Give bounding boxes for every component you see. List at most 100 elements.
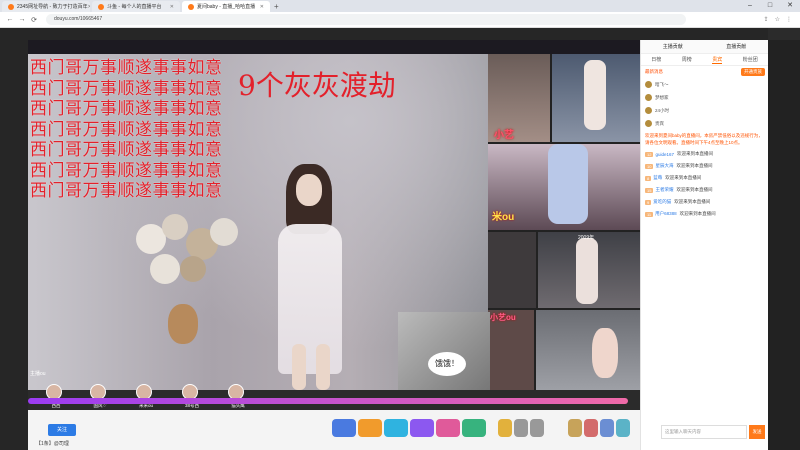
minimize-icon[interactable]: – [740,0,760,12]
guest-avatar[interactable]: 猫头鹰 [218,382,258,410]
gift-icon[interactable] [462,419,486,437]
chat-input[interactable]: 这里输入聊天内容 [661,425,747,439]
tab-fans[interactable]: 粉丝团 [743,56,758,63]
streamer-figure [250,134,370,390]
maximize-icon[interactable]: □ [760,0,780,12]
close-tab-icon[interactable]: ✕ [88,4,90,10]
mini-stream[interactable] [552,54,640,142]
chat-input-row: 这里输入聊天内容 发送 [645,422,765,442]
player-top-bar [28,40,640,54]
close-tab-icon[interactable]: ✕ [170,4,174,10]
guest-avatar[interactable]: 国风♡ [80,382,120,410]
stream-progress-bar [28,398,628,404]
chat-message: 8 蓝莓 欢迎来到本直播间 [645,175,702,181]
mini-stream-label: 2009年 [578,235,595,241]
guest-avatar[interactable]: 西西 [36,382,76,410]
rank-row[interactable]: 24小时 [641,104,768,117]
tab-weekly[interactable]: 周榜 [682,56,692,63]
favicon-icon [188,3,194,10]
gift-icon[interactable] [514,419,528,437]
guest-top-label: 主播ou [30,371,46,377]
mini-stream-label: 小艺 [494,130,514,141]
overlay-line: 西门哥万事顺遂事事如意 [30,78,223,99]
browser-tab-active[interactable]: 夏间baby - 直播_哈哈直播 ✕ [182,1,270,12]
tab-daily[interactable]: 日榜 [651,56,661,63]
mini-stream[interactable]: 小艺 [488,54,550,142]
mini-stream[interactable] [488,232,536,308]
bottom-chat-line: 【1条】@司理 [36,441,69,447]
bullet-comment-overlay: 西门哥万事顺遂事事如意 西门哥万事顺遂事事如意 西门哥万事顺遂事事如意 西门哥万… [30,58,223,202]
mini-stream[interactable]: 米ou [488,144,640,230]
chat-message: 10 星辰大海 欢迎来到本直播间 [645,163,713,169]
guest-bar: 西西 国风♡ 米米ou 38号西 猫头鹰 [28,382,640,410]
gift-icon[interactable] [332,419,356,437]
rank-badge-icon [645,120,652,127]
gift-icon[interactable] [410,419,434,437]
gift-icon[interactable] [498,419,512,437]
overlay-line: 西门哥万事顺遂事事如意 [30,99,223,119]
follow-button[interactable]: 关注 [48,424,76,436]
back-icon[interactable]: ← [4,16,16,23]
guest-avatar[interactable]: 米米ou [126,382,166,410]
rank-row[interactable]: 贵宾 [641,117,768,130]
room-intro: 欢迎来到夏间baby的直播间，本房严禁低俗以及违规行为，请各位文明观看。直播时间… [645,133,763,145]
open-vip-button[interactable]: 开通贵族 [741,68,765,76]
rank-row[interactable]: 暗飞～ [641,78,768,91]
notice-text: 最新消息 [645,69,663,74]
page-background [768,40,800,450]
chat-message: 15 王者荣耀 欢迎来到本直播间 [645,187,713,193]
page-background [28,28,768,40]
share-icon[interactable]: ⇪ [764,16,769,23]
gift-icon[interactable] [616,419,630,437]
cat-speech-bubble: 饿饿！ [428,352,466,376]
reload-icon[interactable]: ⟳ [28,16,40,24]
contribution-tab[interactable]: 主播贡献 [663,43,683,50]
browser-tab-strip: 2345网址导航 - 致力于打造百年 ✕ 斗鱼 - 每个人的直播平台 ✕ 夏间bab… [0,0,800,12]
menu-icon[interactable]: ⋮ [786,16,792,23]
forward-icon[interactable]: → [16,16,28,23]
teddy-bear-decoration [168,304,198,344]
mini-stream[interactable]: 小艺ou [488,310,534,390]
overlay-line: 西门哥万事顺遂事事如意 [30,181,223,201]
rank-badge-icon [645,81,652,88]
rank-badge-icon [645,94,652,101]
gift-icon[interactable] [530,419,544,437]
url-input[interactable]: douyu.com/10665467 [46,14,686,25]
chat-sidebar: 主播贡献 直播贡献 日榜 周榜 贵宾 粉丝团 最新消息 开通贵族 暗飞～ 梦想家… [640,40,768,450]
chat-message: 11 用户68388 欢迎来到本直播间 [645,211,716,217]
tab-title: 夏间baby - 直播_哈哈直播 [197,4,256,10]
new-tab-button[interactable]: + [274,1,279,12]
close-window-icon[interactable]: ✕ [780,0,800,12]
overlay-line: 西门哥万事顺遂事事如意 [30,160,223,181]
mini-stream[interactable] [536,310,640,390]
gift-icon[interactable] [384,419,408,437]
tab-vip[interactable]: 贵宾 [712,56,723,64]
contribution-tab[interactable]: 直播贡献 [726,43,746,50]
send-button[interactable]: 发送 [749,425,765,439]
mini-stream-label: 小艺ou [490,313,516,322]
address-bar: ← → ⟳ douyu.com/10665467 ⇪ ☆ ⋮ [0,12,800,28]
star-icon[interactable]: ☆ [775,16,780,23]
browser-tab[interactable]: 斗鱼 - 每个人的直播平台 ✕ [92,1,180,12]
mini-stream-label: 米ou [492,212,515,223]
chat-message: 9 爱吃的猫 欢迎来到本直播间 [645,199,711,205]
gift-icon[interactable] [436,419,460,437]
gift-icon[interactable] [568,419,582,437]
cat-meme-stream[interactable]: 饿饿！ [398,312,490,390]
rank-row[interactable]: 梦想家 [641,91,768,104]
guest-avatar[interactable]: 38号西 [172,382,212,410]
close-tab-icon[interactable]: ✕ [260,4,264,10]
mini-stream[interactable]: 2009年 [538,232,640,308]
favicon-icon [98,3,104,10]
favicon-icon [8,3,14,10]
tab-title: 2345网址导航 - 致力于打造百年 [17,4,88,10]
tab-title: 斗鱼 - 每个人的直播平台 [107,4,162,10]
notice-row: 最新消息 开通贵族 [641,66,768,78]
multi-stream-grid: 小艺 米ou 2009年 小艺ou [488,54,640,390]
browser-tab[interactable]: 2345网址导航 - 致力于打造百年 ✕ [2,1,90,12]
gift-bar: 关注 【1条】@司理 [28,410,640,450]
gift-icon[interactable] [600,419,614,437]
page-background [0,28,28,450]
gift-icon[interactable] [358,419,382,437]
gift-icon[interactable] [584,419,598,437]
